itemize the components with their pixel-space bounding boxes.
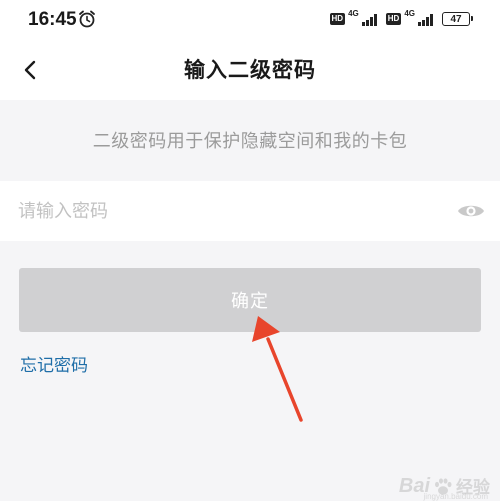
alarm-clock-icon (79, 10, 95, 28)
hint-text: 二级密码用于保护隐藏空间和我的卡包 (92, 131, 408, 152)
signal-strength-icon (361, 13, 377, 26)
confirm-button-label: 确定 (231, 291, 269, 312)
forgot-password-link[interactable]: 忘记密码 (20, 351, 88, 376)
confirm-button[interactable]: 确定 (19, 268, 481, 332)
status-time: 16:45 (28, 9, 77, 30)
page-title: 输入二级密码 (184, 58, 316, 82)
network-type-label: 4G (348, 9, 359, 18)
hd-badge: HD (329, 13, 346, 25)
network-type-label: 4G (404, 9, 415, 18)
battery-level: 47 (450, 13, 462, 25)
hd-badge: HD (385, 13, 402, 25)
battery-icon: 47 (442, 12, 473, 26)
signal-strength-icon (418, 13, 433, 26)
status-indicators: HD 4G HD 4G 47 (329, 9, 473, 28)
status-bar: 16:45 HD 4G HD 4G 47 (0, 0, 500, 40)
password-input[interactable] (18, 193, 438, 229)
eye-icon[interactable] (456, 199, 486, 223)
password-input-row (0, 181, 500, 241)
header: 输入二级密码 (0, 40, 500, 100)
